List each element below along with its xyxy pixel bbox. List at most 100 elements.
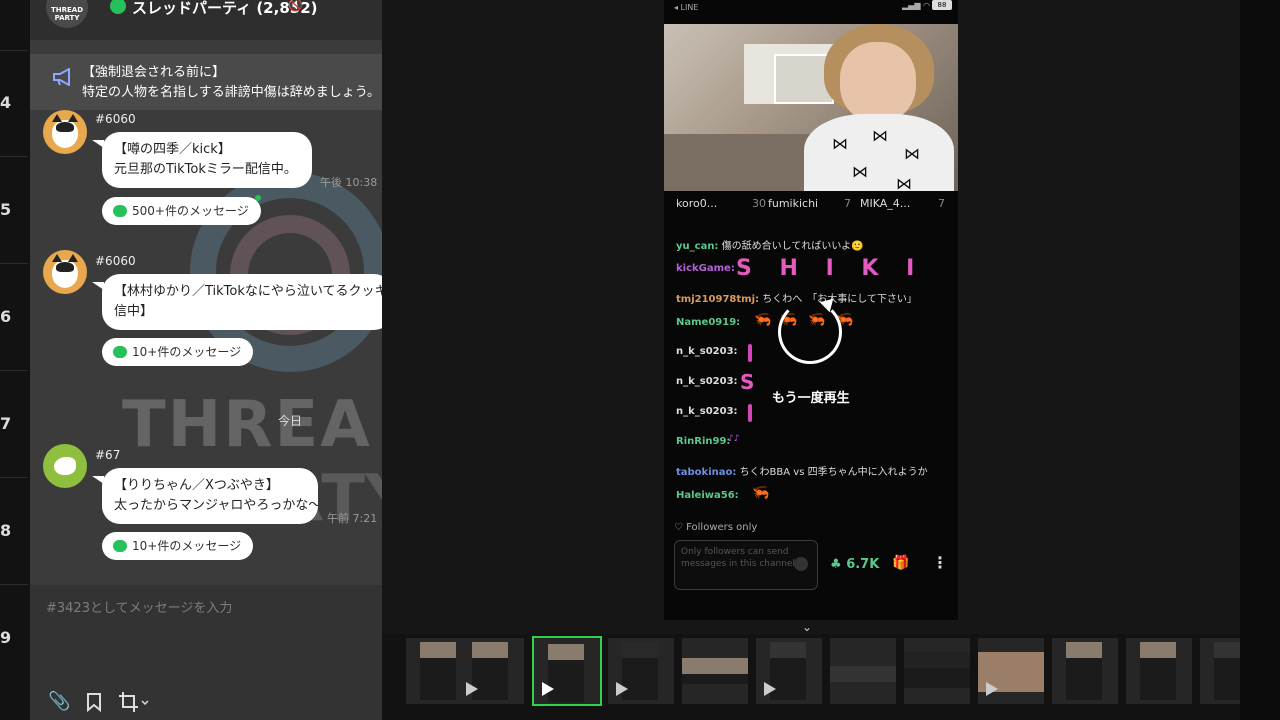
comment-user[interactable]: Haleiwa56: <box>676 490 739 501</box>
chat-comment: Haleiwa56: <box>676 490 739 501</box>
bird-icon <box>54 457 76 475</box>
strip-divider <box>0 263 28 264</box>
chat-comment: RinRin99: <box>676 436 730 447</box>
comment-user[interactable]: yu_can: <box>676 241 718 252</box>
media-thumbnail[interactable] <box>756 638 822 704</box>
emote-icon <box>748 344 752 362</box>
comment-user[interactable]: Name0919: <box>676 317 740 328</box>
media-thumbnail[interactable] <box>458 638 524 704</box>
paperclip-icon[interactable]: 📎 <box>48 691 70 713</box>
emote-icon: ♪♪ <box>728 434 740 444</box>
gifter-name[interactable]: koro0... <box>676 197 717 210</box>
announcement-banner[interactable]: 【強制退会される前に】 特定の人物を名指しする誹謗中傷は辞めましょう。 <box>30 54 382 110</box>
media-thumbnail[interactable] <box>682 638 748 704</box>
play-icon <box>466 682 478 696</box>
emote-letter: S <box>740 370 765 394</box>
comment-user[interactable]: kickGame: <box>676 263 735 274</box>
media-thumbnail[interactable] <box>904 638 970 704</box>
chat-comment: tabokinao: ちくわBBA vs 四季ちゃん中に入れようか <box>676 463 928 478</box>
chevron-double-down-icon[interactable]: ⌄ <box>802 620 812 634</box>
live-video[interactable]: ⋈ ⋈ ⋈ ⋈ ⋈ <box>664 24 958 191</box>
announcement-title: 【強制退会される前に】 <box>82 65 226 80</box>
media-thumbnail-selected[interactable] <box>532 636 602 706</box>
media-thumbnail[interactable] <box>978 638 1044 704</box>
media-thumbnail[interactable] <box>608 638 674 704</box>
comment-user[interactable]: tmj210978tmj: <box>676 294 759 305</box>
like-count: ♣ 6.7K <box>830 557 879 572</box>
heart-icon: ♣ <box>830 557 842 572</box>
comment-user[interactable]: RinRin99: <box>676 436 730 447</box>
media-thumbnail[interactable] <box>1052 638 1118 704</box>
speech-bubble-icon <box>113 205 127 217</box>
avatar[interactable] <box>43 110 87 154</box>
strip-divider <box>0 156 28 157</box>
replay-icon[interactable] <box>778 300 842 364</box>
crop-icon[interactable] <box>118 691 150 713</box>
message-line: 【林村ゆかり／TikTokなにやら泣いてるクッキー <box>114 284 382 299</box>
sender-id: #67 <box>95 448 121 462</box>
media-thumbnail[interactable] <box>1200 638 1240 704</box>
message-bubble[interactable]: 【林村ゆかり／TikTokなにやら泣いてるクッキー 信中】 <box>102 274 382 330</box>
signal-wifi-icon: ▂▄▆ ◠ <box>902 1 930 10</box>
screen: 4 5 6 7 8 9 THREA RTY THREAD PARTY スレッドパ… <box>0 0 1280 720</box>
replay-button-label[interactable]: もう一度再生 <box>772 387 850 406</box>
bookmark-icon[interactable] <box>83 691 105 713</box>
comment-user[interactable]: n_k_s0203: <box>676 346 738 357</box>
sender-id: #6060 <box>95 112 136 126</box>
emote-icon: 🦐 <box>754 312 772 328</box>
thread-count: 500+件のメッセージ <box>132 204 249 218</box>
comment-user[interactable]: n_k_s0203: <box>676 376 738 387</box>
chat-comment: n_k_s0203: <box>676 346 738 357</box>
media-thumbnail[interactable] <box>830 638 896 704</box>
thread-replies-button[interactable]: 10+件のメッセージ <box>102 338 254 366</box>
comment-text: ちくわへ 「お大事にして下さい」 <box>762 294 917 305</box>
announcement-text: 特定の人物を名指しする誹謗中傷は辞めましょう。 <box>82 85 380 100</box>
row-number: 5 <box>0 200 12 219</box>
message-line: 信中】 <box>114 304 154 319</box>
thread-replies-button[interactable]: 10+件のメッセージ <box>102 532 254 560</box>
thread-count: 10+件のメッセージ <box>132 539 242 553</box>
speech-bubble-icon <box>113 540 127 552</box>
message-line: 【噂の四季／kick】 <box>114 142 231 157</box>
message-line: 元旦那のTikTokミラー配信中。 <box>114 162 297 177</box>
media-filmstrip <box>382 634 1240 720</box>
thread-count: 10+件のメッセージ <box>132 345 242 359</box>
play-icon <box>764 682 776 696</box>
gifter-name[interactable]: MIKA_4... <box>860 197 910 210</box>
avatar[interactable] <box>43 444 87 488</box>
row-number: 9 <box>0 628 12 647</box>
line-badge-icon <box>110 0 126 14</box>
chat-comment: Name0919: <box>676 317 740 328</box>
chat-comment: yu_can: 傷の舐め合いしてればいいよ🙂 <box>676 237 864 252</box>
avatar[interactable] <box>43 250 87 294</box>
like-count-text: 6.7K <box>846 557 880 572</box>
bow-icon: ⋈ <box>896 174 912 191</box>
gifter-count: 30 <box>752 197 766 210</box>
media-viewer: ◂ LINE ▂▄▆ ◠ 88 ⋈ ⋈ ⋈ ⋈ ⋈ koro0... 30 fu… <box>382 0 1240 720</box>
message-time: 午前 7:21 <box>327 512 378 525</box>
row-number: 4 <box>0 93 12 112</box>
group-logo[interactable]: THREAD PARTY <box>46 0 88 28</box>
chat-comment: n_k_s0203: <box>676 406 738 417</box>
streamer-sweater: ⋈ ⋈ ⋈ ⋈ ⋈ <box>804 114 954 191</box>
comment-user[interactable]: n_k_s0203: <box>676 406 738 417</box>
thread-replies-button[interactable]: 500+件のメッセージ <box>102 197 261 225</box>
gift-icon[interactable]: 🎁 <box>892 555 909 571</box>
message-bubble[interactable]: 【りりちゃん／Xつぶやき】 太ったからマンジャロやろっかな〜 <box>102 468 318 524</box>
more-vertical-icon[interactable]: ⋮ <box>932 553 948 572</box>
message-line: 太ったからマンジャロやろっかな〜 <box>114 498 318 513</box>
gifter-name[interactable]: fumikichi <box>768 197 818 210</box>
comment-user[interactable]: tabokinao: <box>676 467 736 478</box>
comment-text: 傷の舐め合いしてればいいよ🙂 <box>721 241 864 252</box>
emote-letters: S H I K I <box>736 256 925 281</box>
row-number: 8 <box>0 521 12 540</box>
media-thumbnail[interactable] <box>1126 638 1192 704</box>
message-input[interactable] <box>46 601 366 616</box>
message-bubble[interactable]: 【噂の四季／kick】 元旦那のTikTokミラー配信中。 <box>102 132 312 188</box>
cat-face-icon <box>52 114 78 148</box>
followers-only-label: ♡ Followers only <box>674 522 758 533</box>
chat-panel: THREA RTY THREAD PARTY スレッドパーティ (2,852) … <box>30 0 382 720</box>
strip-divider <box>0 584 28 585</box>
streamer-face <box>840 42 916 122</box>
emoji-icon[interactable] <box>794 557 808 571</box>
